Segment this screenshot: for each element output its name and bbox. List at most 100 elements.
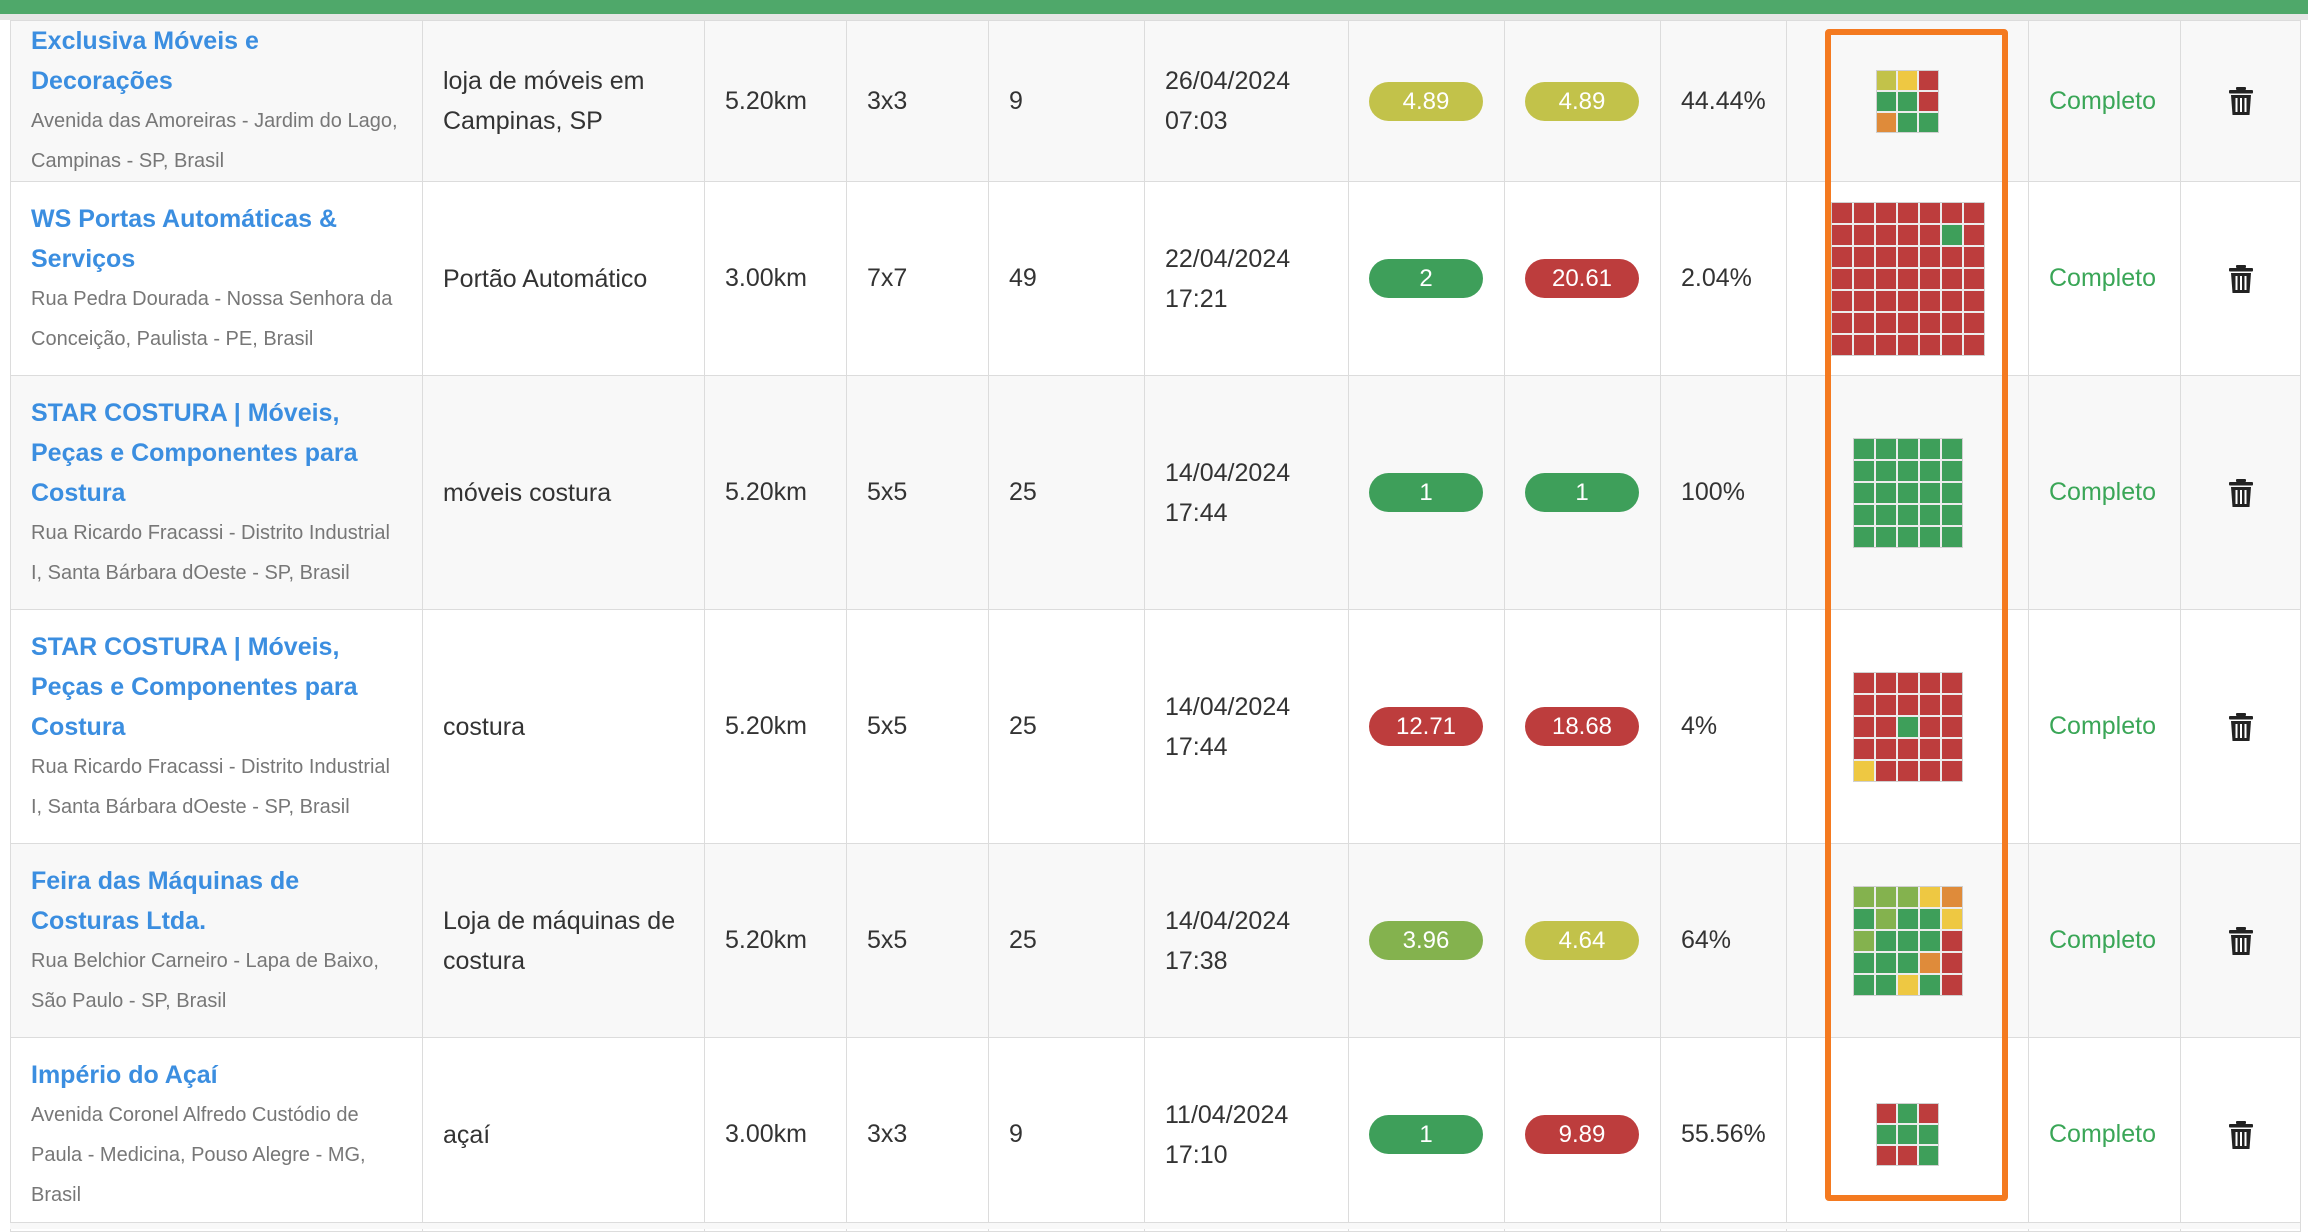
business-name-link[interactable]: Império do Açaí bbox=[31, 1055, 402, 1095]
atrp-cell: 4.89 bbox=[1504, 20, 1661, 182]
grid-cell bbox=[1963, 268, 1984, 289]
atrp-badge: 9.89 bbox=[1525, 1115, 1639, 1154]
grid-cell bbox=[1831, 334, 1852, 355]
grid-cell bbox=[1919, 91, 1938, 111]
scan-time: 17:21 bbox=[1165, 284, 1228, 313]
grid-cell bbox=[1853, 246, 1874, 267]
business-name-link[interactable]: STAR COSTURA | Móveis, Peças e Component… bbox=[31, 627, 402, 747]
keyword-cell: Loja de máquinas de costura bbox=[422, 843, 705, 1038]
grid-preview[interactable] bbox=[1852, 437, 1963, 548]
trash-icon[interactable] bbox=[2228, 478, 2254, 508]
top-accent-bar bbox=[0, 0, 2308, 14]
radius-cell: 5.20km bbox=[704, 20, 847, 182]
scan-time: 17:38 bbox=[1165, 946, 1228, 975]
grid-cell bbox=[1898, 1125, 1917, 1144]
grid-size-cell: 3x3 bbox=[846, 20, 989, 182]
trash-icon[interactable] bbox=[2228, 926, 2254, 956]
points-count: 25 bbox=[1009, 712, 1037, 740]
avg-rank-cell: 3.96 bbox=[1348, 843, 1505, 1038]
grid-size: 7x7 bbox=[867, 264, 908, 292]
points-cell: 49 bbox=[988, 181, 1145, 376]
solv-percent: 44.44% bbox=[1681, 86, 1766, 115]
solv-cell: 4% bbox=[1660, 609, 1787, 844]
status-label: Completo bbox=[2049, 926, 2156, 954]
grid-cell bbox=[1919, 70, 1938, 90]
points-cell: 25 bbox=[988, 375, 1145, 610]
grid-cell bbox=[1875, 760, 1896, 781]
grid-cell bbox=[1919, 1104, 1938, 1123]
table-row: Exclusiva Móveis e Decorações Avenida da… bbox=[10, 20, 2301, 182]
keyword-cell: costura bbox=[422, 609, 705, 844]
grid-cell bbox=[1853, 738, 1874, 759]
grid-cell bbox=[1919, 908, 1940, 929]
grid-cell bbox=[1853, 312, 1874, 333]
business-name-link[interactable]: Exclusiva Móveis e Decorações bbox=[31, 22, 402, 102]
grid-cell bbox=[1941, 716, 1962, 737]
business-cell: STAR COSTURA | Móveis, Peças e Component… bbox=[10, 375, 423, 610]
keyword-cell: açaí bbox=[422, 1037, 705, 1232]
business-cell: Império do Açaí Avenida Coronel Alfredo … bbox=[10, 1037, 423, 1232]
grid-cell bbox=[1898, 1104, 1917, 1123]
grid-cell bbox=[1941, 760, 1962, 781]
trash-icon[interactable] bbox=[2228, 1120, 2254, 1150]
grid-preview-cell bbox=[1786, 609, 2029, 844]
business-name-link[interactable]: Feira das Máquinas de Costuras Ltda. bbox=[31, 861, 402, 941]
grid-cell bbox=[1941, 908, 1962, 929]
grid-preview[interactable] bbox=[1876, 69, 1939, 133]
grid-cell bbox=[1919, 738, 1940, 759]
grid-cell bbox=[1853, 334, 1874, 355]
grid-cell bbox=[1919, 760, 1940, 781]
grid-cell bbox=[1919, 460, 1940, 481]
trash-icon[interactable] bbox=[2228, 264, 2254, 294]
grid-cell bbox=[1875, 908, 1896, 929]
radius-cell: 5.20km bbox=[704, 375, 847, 610]
grid-cell bbox=[1875, 504, 1896, 525]
grid-cell bbox=[1941, 438, 1962, 459]
grid-cell bbox=[1897, 930, 1918, 951]
scan-date: 14/04/2024 bbox=[1165, 458, 1291, 487]
grid-cell bbox=[1897, 482, 1918, 503]
business-cell: Feira das Máquinas de Costuras Ltda. Rua… bbox=[10, 843, 423, 1038]
grid-cell bbox=[1877, 91, 1896, 111]
grid-cell bbox=[1853, 760, 1874, 781]
grid-cell bbox=[1941, 526, 1962, 547]
scan-date: 26/04/2024 bbox=[1165, 67, 1291, 95]
trash-icon[interactable] bbox=[2228, 712, 2254, 742]
atrp-badge: 20.61 bbox=[1525, 259, 1639, 298]
grid-cell bbox=[1963, 224, 1984, 245]
points-count: 25 bbox=[1009, 926, 1037, 954]
grid-preview[interactable] bbox=[1830, 201, 1985, 356]
grid-cell bbox=[1897, 974, 1918, 995]
grid-cell bbox=[1941, 482, 1962, 503]
action-cell bbox=[2180, 1037, 2301, 1232]
grid-preview[interactable] bbox=[1852, 671, 1963, 782]
radius-cell: 3.00km bbox=[704, 181, 847, 376]
grid-cell bbox=[1898, 112, 1917, 132]
keyword-cell: loja de móveis em Campinas, SP bbox=[422, 20, 705, 182]
grid-cell bbox=[1919, 952, 1940, 973]
date-cell: 14/04/2024 17:38 bbox=[1144, 843, 1349, 1038]
points-cell: 25 bbox=[988, 609, 1145, 844]
scan-date: 14/04/2024 bbox=[1165, 692, 1291, 721]
keyword: Portão Automático bbox=[443, 264, 648, 293]
points-count: 25 bbox=[1009, 478, 1037, 506]
business-address: Avenida das Amoreiras - Jardim do Lago, … bbox=[31, 110, 398, 172]
grid-preview[interactable] bbox=[1876, 1103, 1939, 1166]
table-row: STAR COSTURA | Móveis, Peças e Component… bbox=[10, 609, 2301, 844]
business-name-link[interactable]: WS Portas Automáticas & Serviços bbox=[31, 199, 402, 279]
keyword: Loja de máquinas de costura bbox=[443, 906, 676, 975]
grid-cell bbox=[1919, 290, 1940, 311]
grid-cell bbox=[1853, 438, 1874, 459]
grid-cell bbox=[1831, 246, 1852, 267]
trash-icon[interactable] bbox=[2228, 86, 2254, 116]
grid-size-cell: 3x3 bbox=[846, 1037, 989, 1232]
rankings-table: Exclusiva Móveis e Decorações Avenida da… bbox=[10, 20, 2301, 1232]
grid-cell bbox=[1941, 738, 1962, 759]
grid-size-cell: 5x5 bbox=[846, 609, 989, 844]
status-cell: Completo bbox=[2028, 20, 2181, 182]
business-name-link[interactable]: STAR COSTURA | Móveis, Peças e Component… bbox=[31, 393, 402, 513]
grid-preview-cell bbox=[1786, 181, 2029, 376]
grid-cell bbox=[1831, 268, 1852, 289]
avg-rank-cell: 2 bbox=[1348, 181, 1505, 376]
grid-preview[interactable] bbox=[1852, 885, 1963, 996]
